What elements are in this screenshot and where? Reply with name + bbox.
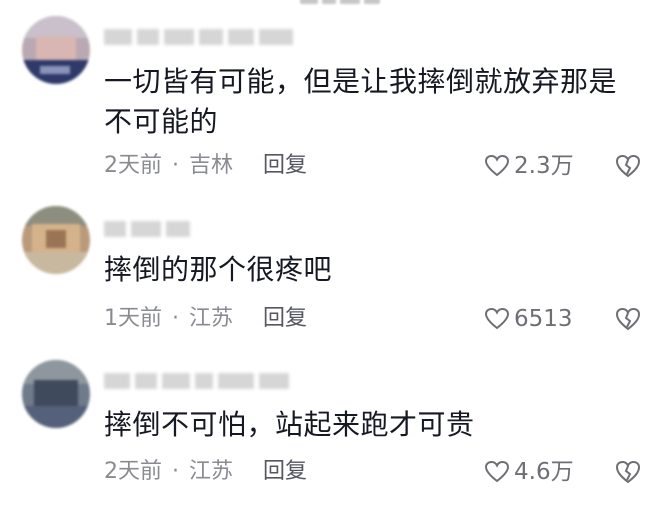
comment-location: 吉林 [189,153,234,178]
reply-button[interactable]: 回复 [263,457,307,487]
comment-meta: 2天前 · 吉林 回复 [104,151,307,181]
comment-text: 一切皆有可能，但是让我摔倒就放弃那是不可能的 [104,65,618,138]
username-blurred[interactable] [104,26,293,48]
comment-text: 摔倒的那个很疼吧 [104,253,333,286]
heart-outline-icon [484,154,510,178]
comment-location: 江苏 [189,306,234,331]
avatar[interactable] [22,206,90,274]
reply-button[interactable]: 回复 [263,304,307,334]
broken-heart-icon [614,459,642,485]
like-button[interactable]: 4.6万 [484,457,574,487]
comment-time: 2天前 [104,459,162,484]
comment-meta: 2天前 · 江苏 回复 [104,457,307,487]
blurred-header-fragment [300,0,390,6]
comment-time: 1天前 [104,306,162,331]
dislike-button[interactable] [614,306,642,334]
comment-text: 摔倒不可怕，站起来跑才可贵 [104,408,475,441]
comment-meta: 1天前 · 江苏 回复 [104,304,307,334]
username-blurred[interactable] [104,370,289,392]
like-button[interactable]: 6513 [484,304,573,334]
meta-separator: · [172,459,179,484]
username-blurred[interactable] [104,218,190,240]
comment-location: 江苏 [189,459,234,484]
like-count: 4.6万 [514,459,574,485]
dislike-button[interactable] [614,153,642,181]
heart-outline-icon [484,460,510,484]
avatar[interactable] [22,360,90,428]
avatar[interactable] [22,16,90,84]
dislike-button[interactable] [614,459,642,487]
like-count: 2.3万 [514,153,574,179]
heart-outline-icon [484,307,510,331]
broken-heart-icon [614,306,642,332]
broken-heart-icon [614,153,642,179]
comment-time: 2天前 [104,153,162,178]
reply-button[interactable]: 回复 [263,151,307,181]
like-button[interactable]: 2.3万 [484,151,574,181]
like-count: 6513 [514,306,573,332]
meta-separator: · [172,306,179,331]
meta-separator: · [172,153,179,178]
